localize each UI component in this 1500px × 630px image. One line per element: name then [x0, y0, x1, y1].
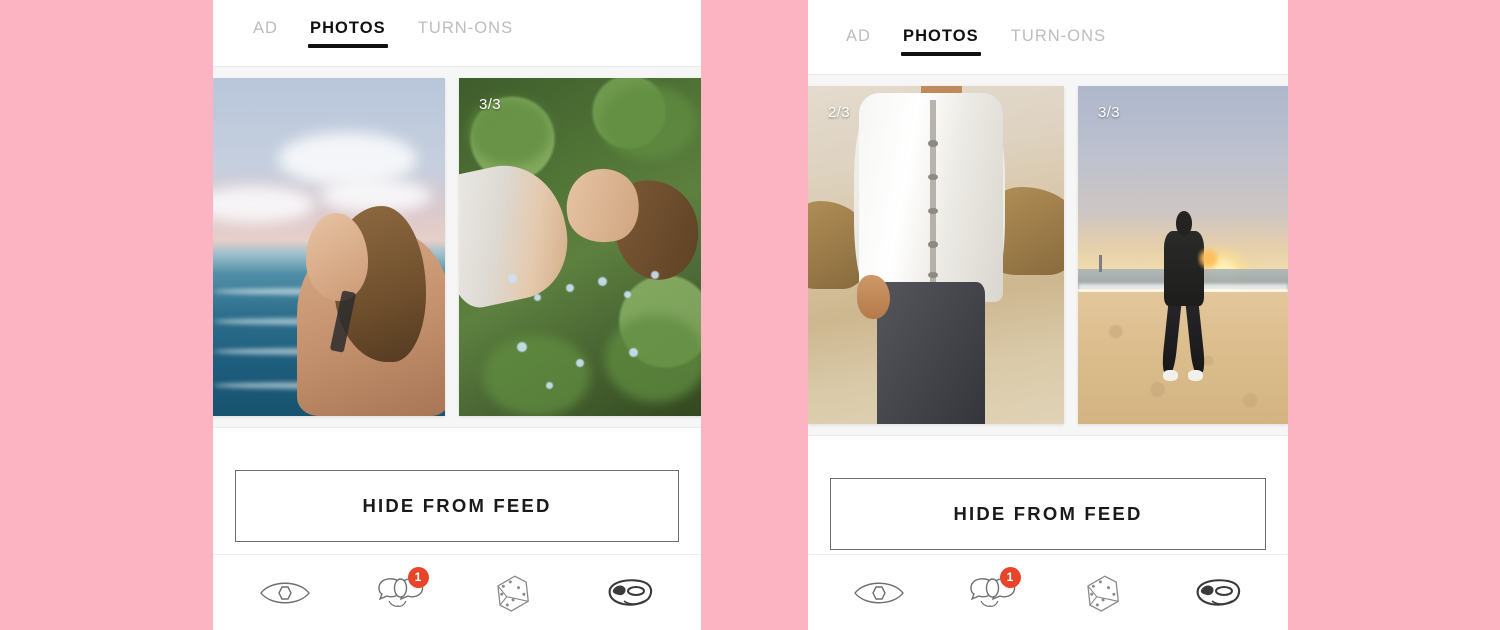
eye-icon	[259, 577, 311, 609]
nav-item-chat[interactable]: 1	[365, 565, 435, 621]
mask-icon	[1192, 576, 1244, 610]
photo-counter: 3/3	[1098, 104, 1121, 121]
bottom-navigation-left: 1	[213, 554, 701, 630]
nav-item-eye[interactable]	[250, 565, 320, 621]
nav-item-dice[interactable]	[480, 565, 550, 621]
nav-item-mask[interactable]	[1183, 565, 1253, 621]
bottom-navigation-right: 1	[808, 554, 1288, 630]
phone-panel-left: AD PHOTOS TURN-ONS 3/3 HIDE FROM FEED 1	[213, 0, 701, 630]
chat-unread-badge: 1	[999, 566, 1021, 588]
photo-card[interactable]: 3/3	[459, 78, 701, 416]
chat-unread-badge: 1	[407, 566, 429, 588]
dice-icon	[492, 572, 538, 614]
hide-from-feed-button[interactable]: HIDE FROM FEED	[235, 470, 679, 542]
tab-photos[interactable]: PHOTOS	[887, 26, 995, 56]
hide-from-feed-button[interactable]: HIDE FROM FEED	[830, 478, 1266, 550]
tab-bar-left: AD PHOTOS TURN-ONS	[213, 0, 701, 66]
tab-ad[interactable]: AD	[830, 26, 887, 56]
photo-counter: 2/3	[828, 104, 851, 121]
tab-ad[interactable]: AD	[237, 18, 294, 48]
actions-area-right: HIDE FROM FEED	[808, 435, 1288, 554]
nav-item-eye[interactable]	[844, 565, 914, 621]
mask-icon	[604, 576, 656, 610]
tab-bar-right: AD PHOTOS TURN-ONS	[808, 8, 1288, 74]
eye-icon	[853, 577, 905, 609]
screenshot-stage: AD PHOTOS TURN-ONS 3/3 HIDE FROM FEED 1 …	[0, 0, 1500, 630]
photo-image-woman-at-beach	[213, 78, 445, 416]
photo-image-woman-in-grass	[459, 78, 701, 416]
photo-card[interactable]: 3/3	[1078, 86, 1288, 424]
nav-item-dice[interactable]	[1070, 565, 1140, 621]
photo-carousel-right[interactable]: 2/3 3/3	[808, 75, 1288, 435]
phone-panel-right: AD PHOTOS TURN-ONS 2/3 3/3 HIDE FROM FEE…	[808, 0, 1288, 630]
nav-item-mask[interactable]	[595, 565, 665, 621]
dice-icon	[1082, 572, 1128, 614]
actions-area-left: HIDE FROM FEED	[213, 427, 701, 554]
photo-carousel-left[interactable]: 3/3	[213, 67, 701, 427]
tab-turn-ons[interactable]: TURN-ONS	[995, 26, 1122, 56]
photo-image-man-on-beach	[1078, 86, 1288, 424]
photo-card[interactable]	[213, 78, 445, 416]
tab-photos[interactable]: PHOTOS	[294, 18, 402, 48]
photo-counter: 3/3	[479, 96, 502, 113]
photo-image-man-white-shirt	[808, 86, 1064, 424]
photo-card[interactable]: 2/3	[808, 86, 1064, 424]
tab-turn-ons[interactable]: TURN-ONS	[402, 18, 529, 48]
nav-item-chat[interactable]: 1	[957, 565, 1027, 621]
